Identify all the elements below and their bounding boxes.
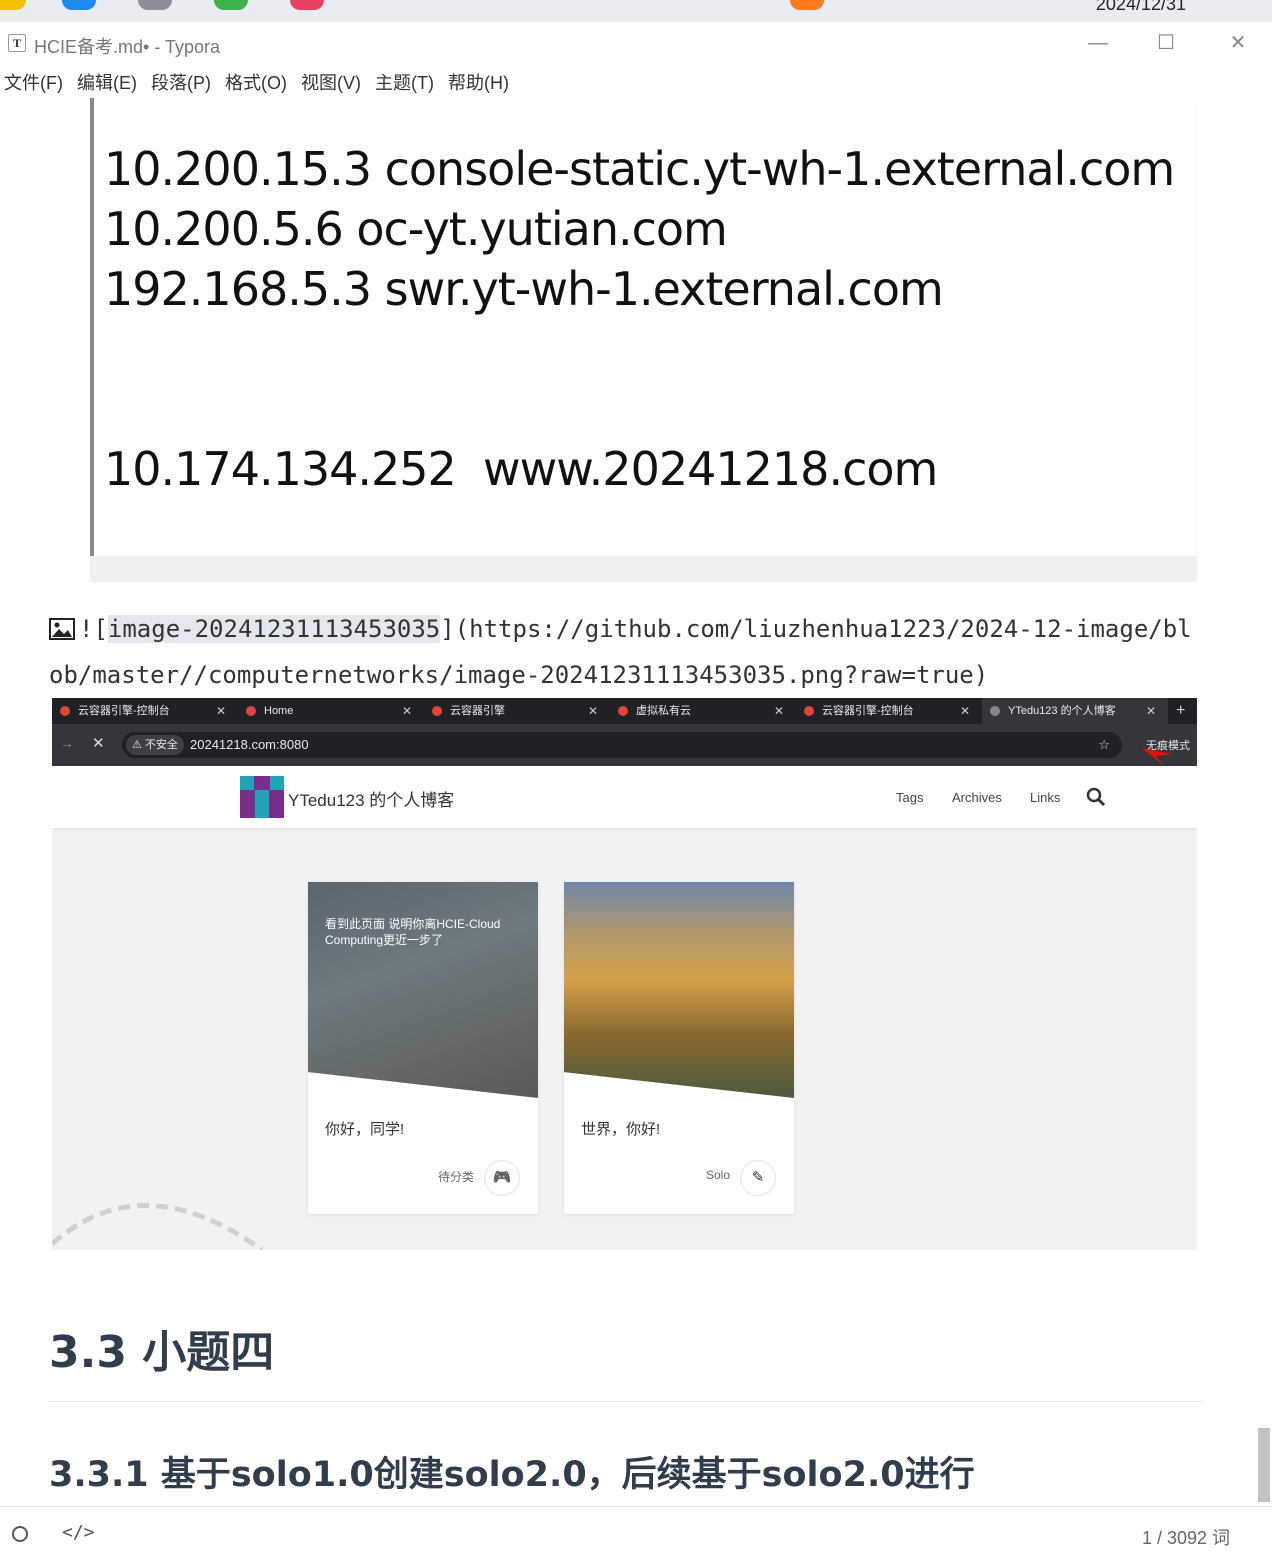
browser-tab-strip: 云容器引擎-控制台 ✕ Home ✕ 云容器引擎 ✕ 虚拟私有云 ✕ 云容器引擎-控制台…	[52, 698, 1197, 724]
tab-close-icon[interactable]: ✕	[1146, 698, 1156, 724]
forward-arrow-icon[interactable]: →	[60, 735, 74, 751]
menu-edit[interactable]: 编辑(E)	[73, 68, 147, 98]
markdown-image-source[interactable]: ![image-20241231113453035](https://githu…	[49, 606, 1199, 698]
browser-tab[interactable]: 云容器引擎-控制台 ✕	[52, 698, 238, 724]
post-card[interactable]: 看到此页面 说明你离HCIE-Cloud Computing更近一步了 你好，同…	[308, 882, 538, 1214]
hosts-line: 10.200.5.6 oc-yt.yutian.com	[104, 202, 728, 256]
huawei-favicon-icon	[246, 706, 256, 716]
markdown-prefix: ![	[79, 615, 108, 643]
menu-paragraph[interactable]: 段落(P)	[147, 68, 221, 98]
tab-close-icon[interactable]: ✕	[402, 698, 412, 724]
browser-tab[interactable]: 云容器引擎-控制台 ✕	[796, 698, 982, 724]
heading-3-3[interactable]: 3.3 小题四	[49, 1316, 274, 1380]
browser-tab[interactable]: Home ✕	[238, 698, 424, 724]
menu-format[interactable]: 格式(O)	[221, 68, 297, 98]
browser-tab-active[interactable]: YTedu123 的个人博客 ✕	[982, 698, 1168, 724]
word-count[interactable]: 1 / 3092 词	[1142, 1524, 1230, 1550]
menu-file[interactable]: 文件(F)	[0, 68, 73, 98]
huawei-favicon-icon	[804, 706, 814, 716]
blog-screenshot-image[interactable]: 云容器引擎-控制台 ✕ Home ✕ 云容器引擎 ✕ 虚拟私有云 ✕ 云容器引擎-控制台…	[52, 698, 1197, 1250]
tab-close-icon[interactable]: ✕	[774, 698, 784, 724]
taskbar-date: 2024/12/31	[1095, 0, 1186, 14]
post-card[interactable]: 世界，你好! Solo ✎	[564, 882, 794, 1214]
blog-logo[interactable]	[240, 776, 284, 818]
tab-label: 云容器引擎	[450, 705, 505, 717]
hosts-line: 192.168.5.3 swr.yt-wh-1.external.com	[104, 262, 944, 316]
browser-tab[interactable]: 云容器引擎 ✕	[424, 698, 610, 724]
menu-help[interactable]: 帮助(H)	[444, 68, 519, 98]
url-text[interactable]: 20241218.com:8080	[190, 732, 309, 758]
typora-app-icon: T	[8, 34, 26, 52]
new-tab-button[interactable]: +	[1168, 698, 1185, 724]
nav-archives[interactable]: Archives	[952, 790, 1002, 805]
menu-theme[interactable]: 主题(T)	[371, 68, 444, 98]
nav-links[interactable]: Links	[1030, 790, 1060, 805]
tab-label: 云容器引擎-控制台	[822, 705, 914, 717]
red-arrow-annotation-icon	[1142, 748, 1172, 766]
bookmark-star-icon[interactable]: ☆	[1098, 732, 1110, 758]
huawei-favicon-icon	[618, 706, 628, 716]
post-cover-image	[564, 882, 794, 1098]
maximize-button[interactable]: ☐	[1146, 30, 1186, 56]
image-bottom-strip	[90, 556, 1197, 582]
app-icon-yellow[interactable]	[0, 0, 26, 10]
loading-icon	[990, 706, 1000, 716]
edit-icon[interactable]: ✎	[740, 1160, 776, 1196]
chrome-icon[interactable]	[214, 0, 248, 10]
tab-close-icon[interactable]: ✕	[960, 698, 970, 724]
post-author[interactable]: Solo	[706, 1168, 730, 1182]
app-icon-pink[interactable]	[290, 0, 324, 10]
post-category[interactable]: 待分类	[438, 1168, 474, 1185]
stop-loading-icon[interactable]: ✕	[92, 734, 105, 752]
image-icon	[49, 618, 75, 640]
tab-close-icon[interactable]: ✕	[216, 698, 226, 724]
close-button[interactable]: ✕	[1218, 30, 1258, 56]
decorative-dashed-arc	[52, 1203, 264, 1250]
blog-title[interactable]: YTedu123 的个人博客	[288, 786, 454, 811]
tab-close-icon[interactable]: ✕	[588, 698, 598, 724]
cover-caption: 看到此页面 说明你离HCIE-Cloud Computing更近一步了	[325, 917, 501, 947]
app-icon-gray[interactable]	[138, 0, 172, 10]
hosts-line: 10.174.134.252 www.20241218.com	[104, 442, 938, 496]
huawei-favicon-icon	[60, 706, 70, 716]
tab-label: YTedu123 的个人博客	[1008, 705, 1116, 717]
address-bar[interactable]: ⚠ 不安全 20241218.com:8080 ☆	[122, 732, 1122, 758]
scrollbar-thumb[interactable]	[1258, 1428, 1270, 1502]
huawei-favicon-icon	[432, 706, 442, 716]
tab-label: 云容器引擎-控制台	[78, 705, 170, 717]
heading-3-3-1[interactable]: 3.3.1 基于solo1.0创建solo2.0，后续基于solo2.0进行	[49, 1446, 975, 1497]
tab-label: 虚拟私有云	[636, 705, 691, 717]
not-secure-badge[interactable]: ⚠ 不安全	[126, 735, 184, 755]
search-icon[interactable]	[1086, 787, 1106, 807]
browser-tab[interactable]: 虚拟私有云 ✕	[610, 698, 796, 724]
tab-label: Home	[264, 705, 294, 717]
post-title[interactable]: 你好，同学!	[325, 1118, 404, 1139]
hosts-screenshot-image[interactable]: 10.200.15.3 console-static.yt-wh-1.exter…	[90, 98, 1197, 582]
app-icon-orange[interactable]	[790, 0, 824, 10]
gamepad-icon[interactable]: 🎮	[484, 1160, 520, 1196]
menu-bar: 文件(F) 编辑(E) 段落(P) 格式(O) 视图(V) 主题(T) 帮助(H…	[0, 68, 519, 98]
browser-toolbar: → ✕ ⚠ 不安全 20241218.com:8080 ☆ 无痕模式	[52, 724, 1197, 766]
source-code-toggle[interactable]: </>	[62, 1522, 95, 1543]
window-title: HCIE备考.md• - Typora	[34, 37, 221, 57]
app-icon-blue[interactable]	[62, 0, 96, 10]
heading-divider	[49, 1401, 1203, 1402]
nav-tags[interactable]: Tags	[896, 790, 923, 805]
outline-toggle-icon[interactable]	[12, 1526, 28, 1542]
minimize-button[interactable]: —	[1078, 30, 1118, 56]
hosts-line: 10.200.15.3 console-static.yt-wh-1.exter…	[104, 142, 1175, 196]
blog-header: YTedu123 的个人博客 Tags Archives Links	[52, 766, 1197, 828]
image-left-border	[90, 98, 94, 582]
post-title[interactable]: 世界，你好!	[581, 1118, 660, 1139]
menu-view[interactable]: 视图(V)	[297, 68, 371, 98]
status-bar: </> 1 / 3092 词	[0, 1506, 1272, 1561]
os-taskbar: 2024/12/31	[0, 0, 1272, 23]
post-cover-image	[308, 882, 538, 1098]
image-alt-text-selected[interactable]: image-20241231113453035	[107, 615, 441, 643]
